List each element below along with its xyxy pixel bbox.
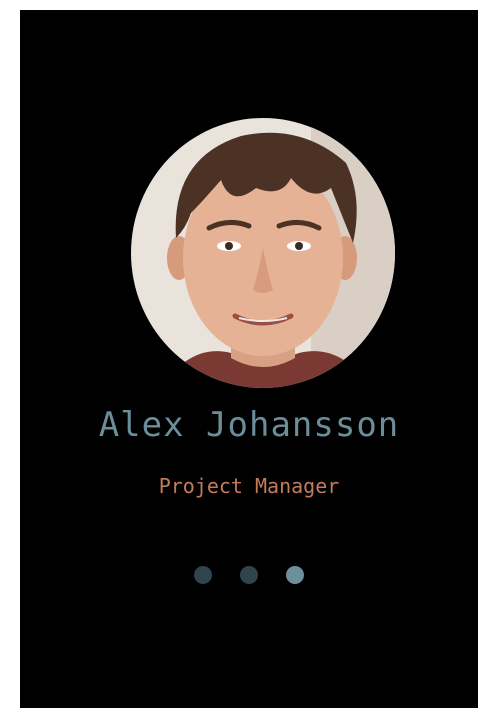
avatar [131,118,395,388]
page: Alex Johansson Project Manager [0,0,482,708]
carousel-dot-3[interactable] [286,566,304,584]
person-portrait-icon [131,118,395,388]
carousel-dots [20,566,478,584]
profile-title: Project Manager [158,474,340,498]
carousel-dot-1[interactable] [194,566,212,584]
profile-name: Alex Johansson [98,405,400,445]
profile-card: Alex Johansson Project Manager [20,10,478,708]
carousel-dot-2[interactable] [240,566,258,584]
